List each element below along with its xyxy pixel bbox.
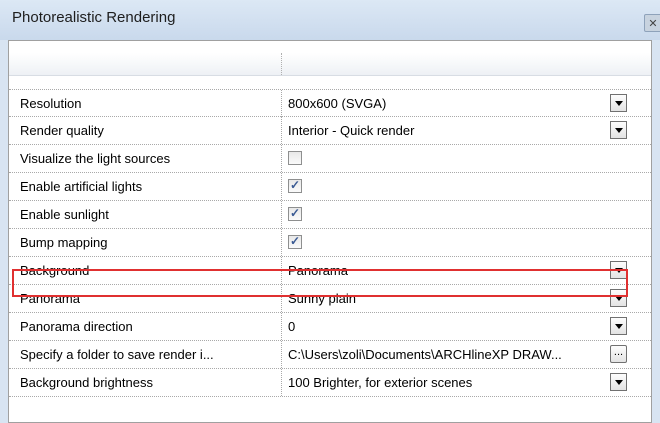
enable-artificial-lights-checkbox[interactable] [288, 178, 302, 193]
column-separator [281, 257, 282, 284]
visualize-light-sources-checkbox[interactable] [288, 151, 302, 165]
property-label: Visualize the light sources [20, 151, 171, 166]
panorama-dropdown-button[interactable] [610, 289, 627, 307]
property-label: Bump mapping [20, 235, 108, 250]
title-bar[interactable]: Photorealistic Rendering ✕ [0, 0, 660, 40]
background-value[interactable]: Panorama [288, 257, 598, 284]
window-title: Photorealistic Rendering [12, 9, 176, 26]
property-row-render-quality: Render quality Interior - Quick render [9, 117, 651, 145]
property-label: Enable artificial lights [20, 179, 143, 194]
dialog-window: Photorealistic Rendering ✕ Resolution 80… [0, 0, 660, 423]
property-label: Specify a folder to save render i... [20, 347, 214, 362]
property-grid: Resolution 800x600 (SVGA) Render quality… [8, 40, 652, 423]
panorama-direction-value[interactable]: 0 [288, 313, 598, 340]
render-quality-dropdown-button[interactable] [610, 121, 627, 139]
header-column-separator [281, 53, 283, 75]
property-row-render-folder: Specify a folder to save render i... C:\… [9, 341, 651, 369]
render-quality-value[interactable]: Interior - Quick render [288, 117, 598, 144]
background-dropdown-button[interactable] [610, 261, 627, 279]
column-separator [281, 117, 282, 144]
property-row-panorama-direction: Panorama direction 0 [9, 313, 651, 341]
column-separator [281, 201, 282, 228]
property-row-background-brightness: Background brightness 100 Brighter, for … [9, 369, 651, 397]
resolution-dropdown-button[interactable] [610, 94, 627, 112]
property-rows: Resolution 800x600 (SVGA) Render quality… [9, 89, 651, 397]
property-row-bump-mapping: Bump mapping [9, 229, 651, 257]
background-brightness-value[interactable]: 100 Brighter, for exterior scenes [288, 369, 598, 396]
bump-mapping-checkbox[interactable] [288, 234, 302, 249]
resolution-value[interactable]: 800x600 (SVGA) [288, 90, 598, 117]
property-row-panorama: Panorama Sunny plain [9, 285, 651, 313]
property-label: Background [20, 263, 90, 278]
column-separator [281, 145, 282, 172]
close-button[interactable]: ✕ [644, 14, 660, 32]
property-label: Background brightness [20, 375, 153, 390]
property-label: Render quality [20, 123, 104, 138]
panorama-direction-dropdown-button[interactable] [610, 317, 627, 335]
property-label: Enable sunlight [20, 207, 109, 222]
property-label: Panorama direction [20, 319, 133, 334]
column-separator [281, 285, 282, 312]
browse-folder-button[interactable]: ... [610, 345, 627, 363]
column-separator [281, 90, 282, 117]
column-separator [281, 369, 282, 396]
dialog-client-area: Resolution 800x600 (SVGA) Render quality… [8, 40, 652, 423]
panorama-value[interactable]: Sunny plain [288, 285, 598, 312]
property-label: Panorama [20, 291, 80, 306]
enable-sunlight-checkbox[interactable] [288, 206, 302, 221]
column-separator [281, 341, 282, 368]
column-separator [281, 313, 282, 340]
property-row-visualize-light-sources: Visualize the light sources [9, 145, 651, 173]
property-row-resolution: Resolution 800x600 (SVGA) [9, 89, 651, 117]
property-row-background: Background Panorama [9, 257, 651, 285]
property-grid-header [9, 53, 651, 76]
property-row-enable-artificial-lights: Enable artificial lights [9, 173, 651, 201]
property-row-enable-sunlight: Enable sunlight [9, 201, 651, 229]
property-label: Resolution [20, 96, 82, 111]
column-separator [281, 173, 282, 200]
background-brightness-dropdown-button[interactable] [610, 373, 627, 391]
render-folder-path-value[interactable]: C:\Users\zoli\Documents\ARCHlineXP DRAW.… [288, 341, 598, 368]
column-separator [281, 229, 282, 256]
